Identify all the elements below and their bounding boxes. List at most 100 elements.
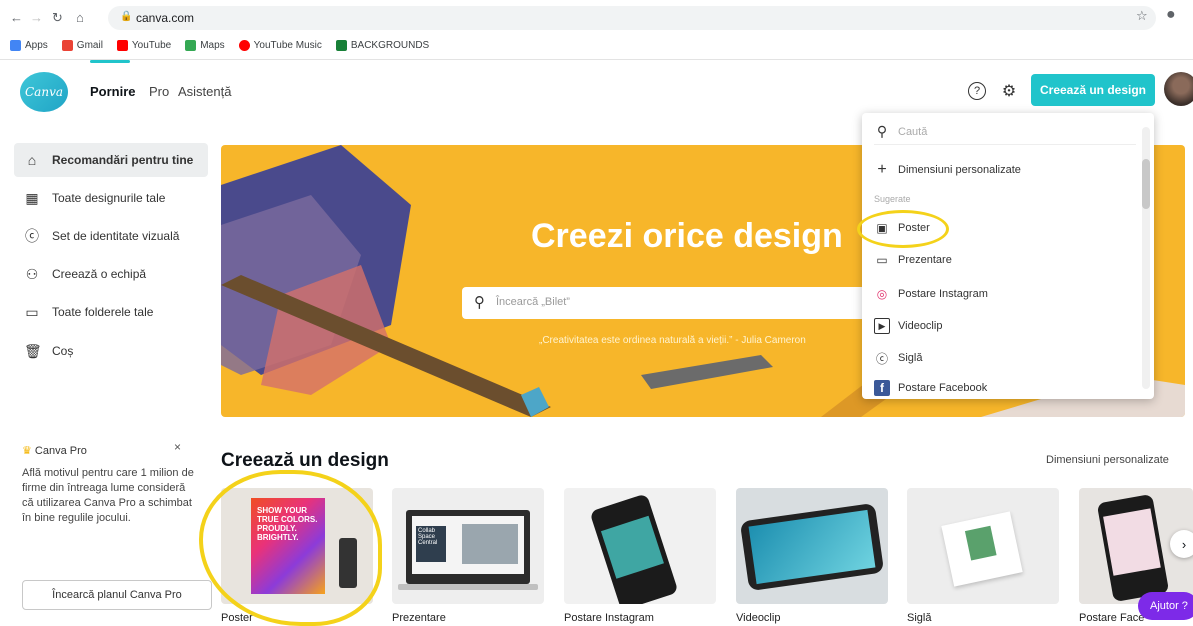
help-icon[interactable]: ?	[968, 82, 986, 100]
sidebar-item-label: Set de identitate vizuală	[52, 229, 180, 243]
scrollbar-thumb[interactable]	[1142, 159, 1150, 209]
banner-search-placeholder: Încearcă „Bilet”	[496, 296, 570, 308]
lock-icon: 🔒	[120, 11, 133, 22]
dropdown-item-presentation[interactable]: ▭ Prezentare	[874, 249, 1134, 271]
poster-icon: ▣	[876, 221, 888, 235]
help-button[interactable]: Ajutor ?	[1138, 592, 1193, 620]
sidebar-item-label: Coș	[52, 344, 74, 358]
laptop-base	[398, 584, 538, 590]
dropdown-custom-size[interactable]: + Dimensiuni personalizate	[874, 159, 1134, 181]
design-card-label-facebook: Postare Face	[1079, 612, 1145, 624]
pro-card-text: Află motivul pentru care 1 milion de fir…	[22, 467, 194, 524]
sidebar-item-create-team[interactable]: ⚇ Creează o echipă	[14, 257, 208, 291]
team-icon: ⚇	[25, 265, 39, 282]
dropdown-item-poster[interactable]: ▣ Poster	[874, 217, 1134, 239]
grid-icon: ▦	[25, 189, 39, 206]
bookmark-youtube-music[interactable]: YouTube Music	[238, 39, 322, 51]
bookmarks-bar: Apps Gmail YouTube Maps YouTube Music BA…	[10, 36, 429, 54]
try-pro-button[interactable]: Încearcă planul Canva Pro	[22, 580, 212, 610]
home-icon: ⌂	[27, 152, 37, 168]
bookmark-apps[interactable]: Apps	[10, 39, 48, 51]
reload-icon[interactable]: ↻	[52, 10, 63, 26]
profile-icon[interactable]: ●	[1166, 6, 1176, 24]
sidebar-item-brand-kit[interactable]: ⓒ Set de identitate vizuală	[14, 219, 208, 253]
design-card-label-presentation: Prezentare	[392, 612, 446, 624]
close-icon[interactable]: ×	[174, 440, 181, 454]
maps-icon	[185, 39, 197, 51]
custom-size-link[interactable]: Dimensiuni personalizate	[1046, 454, 1169, 466]
carousel-next-button[interactable]: ›	[1170, 530, 1193, 558]
sidebar-item-recommendations[interactable]: ⌂ Recomandări pentru tine	[14, 143, 208, 177]
design-card-presentation[interactable]: Collab Space Central	[392, 488, 544, 604]
sidebar-item-label: Recomandări pentru tine	[52, 153, 194, 167]
dropdown-search-input[interactable]: ⚲ Caută	[874, 119, 1136, 145]
search-icon: ⚲	[474, 294, 485, 311]
laptop-screen: Collab Space Central	[412, 516, 524, 574]
design-card-logo[interactable]	[907, 488, 1059, 604]
logo-icon: ⓒ	[875, 351, 888, 366]
dropdown-scrollbar[interactable]	[1142, 127, 1150, 389]
presentation-icon: ▭	[876, 253, 888, 267]
settings-icon[interactable]: ⚙	[1000, 82, 1018, 100]
url-text: canva.com	[136, 11, 195, 25]
star-icon[interactable]: ☆	[1136, 8, 1148, 24]
phone-thumbnail	[589, 493, 679, 604]
canva-logo[interactable]: Canva	[20, 72, 68, 112]
banner-search-input[interactable]: ⚲ Încearcă „Bilet”	[462, 287, 882, 319]
video-screen	[748, 509, 876, 585]
sidebar-item-designs[interactable]: ▦ Toate designurile tale	[14, 181, 208, 215]
dropdown-item-logo[interactable]: ⓒ Siglă	[874, 347, 1134, 369]
browser-chrome: ← → ↻ ⌂ 🔒 canva.com ☆ ● Apps Gmail YouTu…	[0, 0, 1193, 60]
avatar[interactable]	[1164, 72, 1193, 106]
logo-mark	[964, 525, 997, 561]
video-icon: ▶	[874, 318, 890, 334]
bookmark-gmail[interactable]: Gmail	[61, 39, 103, 51]
nav-pornire[interactable]: Pornire	[90, 84, 136, 99]
back-icon[interactable]: ←	[10, 10, 23, 25]
gmail-icon	[61, 39, 73, 51]
dropdown-item-instagram[interactable]: ◎ Postare Instagram	[874, 283, 1134, 305]
dropdown-item-video[interactable]: ▶ Videoclip	[874, 315, 1134, 337]
brand-kit-icon: ⓒ	[25, 228, 39, 244]
video-thumbnail	[739, 502, 885, 592]
bookmark-youtube[interactable]: YouTube	[116, 39, 171, 51]
dropdown-section-label: Sugerate	[874, 194, 911, 204]
instagram-icon: ◎	[876, 287, 888, 301]
poster-thumbnail: SHOW YOUR TRUE COLORS. PROUDLY. BRIGHTLY…	[251, 498, 325, 594]
design-card-label-instagram: Postare Instagram	[564, 612, 654, 624]
design-card-instagram[interactable]	[564, 488, 716, 604]
nav-asistenta[interactable]: Asistență	[178, 84, 231, 99]
design-card-poster[interactable]: SHOW YOUR TRUE COLORS. PROUDLY. BRIGHTLY…	[221, 488, 373, 604]
pencil-cup	[339, 538, 357, 588]
dropdown-item-facebook[interactable]: f Postare Facebook	[874, 377, 1134, 399]
bookmark-backgrounds[interactable]: BACKGROUNDS	[335, 39, 429, 51]
laptop-thumbnail: Collab Space Central	[406, 510, 530, 584]
youtube-icon	[116, 39, 128, 51]
trash-icon: 🗑	[24, 342, 42, 359]
nav-pro[interactable]: Pro	[149, 84, 169, 99]
presentation-photo	[462, 524, 518, 564]
design-card-video[interactable]	[736, 488, 888, 604]
dropdown-search-placeholder: Caută	[898, 125, 928, 138]
section-title: Creează un design	[221, 450, 389, 471]
sidebar-item-folders[interactable]: ▭ Toate folderele tale	[14, 295, 208, 329]
home-icon[interactable]: ⌂	[76, 10, 84, 25]
poster-thumbnail-text: SHOW YOUR TRUE COLORS. PROUDLY. BRIGHTLY…	[257, 506, 318, 542]
crown-icon: ♛	[22, 445, 35, 457]
forward-icon[interactable]: →	[30, 10, 43, 25]
active-tab-indicator	[90, 60, 130, 63]
bookmark-maps[interactable]: Maps	[185, 39, 225, 51]
sidebar-item-trash[interactable]: 🗑 Coș	[14, 334, 208, 368]
phone-screen	[600, 515, 664, 579]
sidebar-item-label: Toate folderele tale	[52, 305, 154, 319]
design-card-label-logo: Siglă	[907, 612, 932, 624]
banner-title: Creezi orice design	[531, 217, 843, 255]
plus-icon: +	[877, 161, 887, 178]
youtube-music-icon	[238, 39, 250, 51]
create-design-button[interactable]: Creează un design	[1031, 74, 1155, 106]
facebook-phone-screen	[1103, 508, 1161, 576]
banner-quote: „Creativitatea este ordinea naturală a v…	[539, 335, 806, 346]
address-bar[interactable]: 🔒 canva.com	[108, 6, 1156, 30]
create-design-dropdown: ⚲ Caută + Dimensiuni personalizate Suger…	[862, 113, 1154, 399]
apps-icon	[10, 39, 21, 51]
